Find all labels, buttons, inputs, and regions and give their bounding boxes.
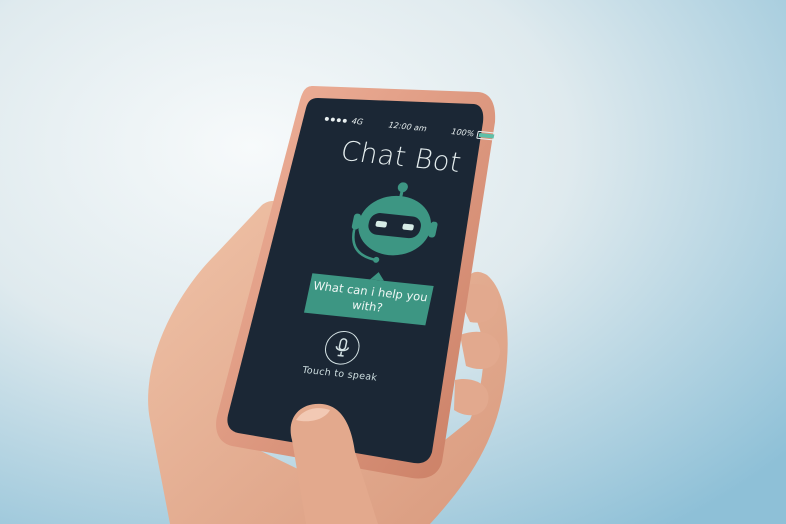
- battery-fill: [478, 132, 495, 138]
- signal-indicator: 4G: [324, 114, 364, 127]
- app-title: Chat Bot: [337, 135, 465, 179]
- chat-prompt-text: What can i help you with?: [312, 278, 430, 315]
- status-time: 12:00 am: [387, 120, 428, 134]
- signal-dot: [342, 118, 348, 123]
- microphone-icon: [335, 338, 350, 357]
- signal-dot: [330, 116, 336, 122]
- network-label: 4G: [350, 116, 365, 127]
- robot-icon: [351, 182, 438, 263]
- mic-button[interactable]: [321, 329, 363, 367]
- battery-percent: 100%: [450, 127, 476, 139]
- photo-scene: 4G 12:00 am 100% Chat Bot What can i hel…: [0, 0, 786, 524]
- signal-dot: [336, 117, 342, 122]
- chat-prompt-bubble: What can i help you with?: [303, 273, 434, 326]
- signal-dot: [324, 116, 330, 121]
- battery-indicator: 100%: [450, 127, 497, 141]
- battery-icon: [476, 130, 497, 141]
- mic-label: Touch to speak: [301, 364, 379, 384]
